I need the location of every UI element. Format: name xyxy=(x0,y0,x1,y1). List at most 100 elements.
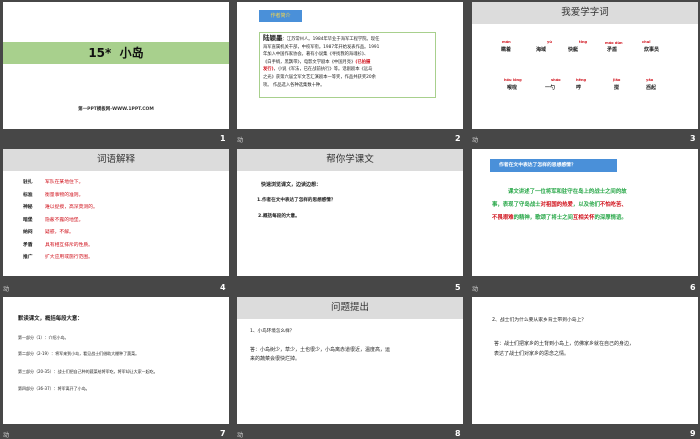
question: 1、小岛环境怎么样？ xyxy=(250,329,295,334)
answer-highlight: 互相关怀 xyxy=(572,215,595,221)
vocab-word: 瞒着 xyxy=(501,47,512,53)
slide-number: 5 xyxy=(455,283,461,292)
question: 1.作者在文中表达了怎样的思想感情？ xyxy=(257,198,336,203)
answer-paragraph: 课文讲述了一位将军和驻守在岛上的战士之间的故 事，表现了守岛战士对祖国的热爱，以… xyxy=(492,186,627,225)
pinyin: yù xyxy=(547,40,552,44)
slide-heading: 默读课文，概括每段大意： xyxy=(18,316,83,322)
section-tag: 作者简介 xyxy=(259,10,302,22)
pinyin: mán xyxy=(502,40,511,44)
term-definition: 疑惑，不解。 xyxy=(45,230,74,235)
term: 推广 xyxy=(23,255,33,260)
answer-text: 事，表现了守岛战士 xyxy=(492,202,541,208)
term-definition: 隐蔽不露的地堡。 xyxy=(45,217,84,223)
pinyin: yǎo xyxy=(646,78,654,82)
slide-footer: 第一PPT模板网-WWW.1PPT.COM xyxy=(78,107,154,112)
pinyin: hóu lóng xyxy=(504,78,522,82)
slide-number: 7 xyxy=(220,429,226,438)
bio-text: 《白手绢，黑飘带》，电影文学剧本《中国月亮》 xyxy=(263,59,356,65)
pinyin: tǐng xyxy=(579,40,588,44)
part-summary: 第三部分（20-35）：战士们把自己种的蔬菜给将军吃，将军却让大家一起吃。 xyxy=(18,369,158,374)
slide-title: 我爱学字词 xyxy=(472,2,698,24)
bio-text: ：江苏常州人。1984年毕业于海军工程学院。现任 xyxy=(282,37,380,42)
slide-number: 4 xyxy=(220,283,226,292)
slide-thumbnail-2[interactable]: 作者简介 陆颖墨：江苏常州人。1984年毕业于海军工程学院。现任 海军直属机关干… xyxy=(237,2,463,129)
term: 暗堡 xyxy=(23,217,33,223)
question: 2.概括每段的大意。 xyxy=(258,214,300,219)
slide-thumbnail-9[interactable]: 2、战士们为什么要从家乡背土带到小岛上？ 答：战士们把家乡的土背到小岛上，仿佛家… xyxy=(472,297,698,424)
animation-icon[interactable]: 动 xyxy=(472,284,478,293)
answer-text: ，以及他们 xyxy=(572,202,600,208)
term-definition: 扩大应用或施行范围。 xyxy=(45,255,93,260)
answer-text: 答：战士们把家乡的土背到小岛上，仿佛家乡就在自己的身边， xyxy=(494,341,635,347)
bio-text: ，小说《军法，已在战前执行》等。话剧剧本《远岛 xyxy=(273,67,373,73)
bio-text: 项。 作品选入各种选集数十种。 xyxy=(263,82,325,88)
term: 驻扎 xyxy=(23,180,33,185)
part-summary: 第二部分（2-19）：将军来到小岛，看见战士们借助大棚种了蔬菜。 xyxy=(18,351,140,356)
answer-text: 的精神，歌颂了将士之间 xyxy=(513,215,573,221)
pinyin: sháo xyxy=(551,78,561,82)
answer-text: 课文讲述了一位将军和驻守在岛上的战士之间的故 xyxy=(508,189,627,195)
animation-icon[interactable]: 动 xyxy=(472,135,478,144)
slide-thumbnail-3[interactable]: 我爱学字词 mán 瞒着 yù 海域 tǐng 快艇 máo dùn 矛盾 ch… xyxy=(472,2,698,129)
term: 标准 xyxy=(23,192,33,198)
slide-title: 问题提出 xyxy=(237,297,463,319)
vocab-word: 舀起 xyxy=(646,85,657,91)
term-definition: 难以捉摸，高深莫测的。 xyxy=(45,205,98,210)
bio-text: 海军直属机关干部，中校军衔。1987年开始发表作品。1991 xyxy=(263,44,380,50)
slide-thumbnail-8[interactable]: 问题提出 1、小岛环境怎么样？ 答：小岛树少，草少，土也很少，小岛离赤道很近，温… xyxy=(237,297,463,424)
bio-text: 之光》获第六届全军文艺汇演剧本一等奖，作品共获奖20余 xyxy=(263,74,376,80)
pinyin: jiǎo xyxy=(613,78,621,82)
slide-thumbnail-1[interactable]: 15* 小岛 第一PPT模板网-WWW.1PPT.COM xyxy=(3,2,229,129)
answer-highlight: 对祖国的热爱 xyxy=(540,202,573,208)
bio-highlight: (已拍摄 xyxy=(355,59,371,65)
term: 神秘 xyxy=(23,205,33,210)
pinyin: máo dùn xyxy=(605,41,623,45)
slide-number: 3 xyxy=(690,134,696,143)
animation-icon[interactable]: 动 xyxy=(3,284,9,293)
slide-number: 2 xyxy=(455,134,461,143)
vocab-word: 矛盾 xyxy=(607,47,618,53)
slide-number: 6 xyxy=(690,283,696,292)
vocab-word: 快艇 xyxy=(568,47,579,53)
slide-number: 8 xyxy=(455,429,461,438)
answer-text: 答：小岛树少，草少，土也很少，小岛离赤道很近，温度高，运 xyxy=(250,347,391,353)
pinyin: hēng xyxy=(576,78,587,82)
term-definition: 衡量事物的准则。 xyxy=(45,192,84,198)
vocab-word: 海域 xyxy=(536,47,547,53)
slide-number: 1 xyxy=(220,134,226,143)
answer-highlight: 不怕吃苦、 xyxy=(599,202,627,208)
vocab-word: 搅 xyxy=(614,85,620,91)
slide-title: 词语解释 xyxy=(3,149,229,171)
bio-highlight: 发行) xyxy=(263,67,274,73)
answer-text: 表达了战士们对家乡的思念之情。 xyxy=(494,351,570,357)
slide-title: 帮你学课文 xyxy=(237,149,463,171)
answer-text: 的深厚情谊。 xyxy=(594,215,627,221)
term-definition: 军队在某地住下。 xyxy=(45,180,84,185)
bio-box: 陆颖墨：江苏常州人。1984年毕业于海军工程学院。现任 海军直属机关干部，中校军… xyxy=(259,32,436,98)
vocab-word: 炊事员 xyxy=(644,47,660,53)
slide-thumbnail-6[interactable]: 作者在文中表达了怎样的思想感情？ 课文讲述了一位将军和驻守在岛上的战士之间的故 … xyxy=(472,149,698,276)
part-summary: 第一部分（1）：介绍小岛。 xyxy=(18,335,69,340)
animation-icon[interactable]: 动 xyxy=(237,135,243,144)
bio-text: 年加入中国作家协会。著有小说集《寻找我的海魂衫》、 xyxy=(263,52,369,58)
vocab-word: 哼 xyxy=(576,85,582,91)
slide-number: 9 xyxy=(690,429,696,438)
slide-thumbnail-5[interactable]: 帮你学课文 快速浏览课文，边读边想： 1.作者在文中表达了怎样的思想感情？ 2.… xyxy=(237,149,463,276)
slide-thumbnail-4[interactable]: 词语解释 驻扎 军队在某地住下。 标准 衡量事物的准则。 神秘 难以捉摸，高深莫测的。… xyxy=(3,149,229,276)
slide-thumbnail-7[interactable]: 默读课文，概括每段大意： 第一部分（1）：介绍小岛。 第二部分（2-19）：将军… xyxy=(3,297,229,424)
question: 2、战士们为什么要从家乡背土带到小岛上？ xyxy=(492,318,587,323)
vocab-word: 喉咙 xyxy=(507,85,518,91)
author-name: 陆颖墨 xyxy=(263,34,283,42)
term: 纳闷 xyxy=(23,230,33,235)
answer-highlight: 不畏艰难 xyxy=(492,215,514,221)
slide-title: 15* 小岛 xyxy=(88,46,144,60)
term-list: 驻扎 军队在某地住下。 标准 衡量事物的准则。 神秘 难以捉摸，高深莫测的。 暗堡 隐蔽… xyxy=(23,177,98,265)
vocab-word: 一勺 xyxy=(545,85,556,91)
term-definition: 具有相互排斥的性质。 xyxy=(45,242,93,248)
question-tag: 作者在文中表达了怎样的思想感情？ xyxy=(490,159,617,172)
part-summary: 第四部分（36-37）：将军离开了小岛。 xyxy=(18,386,90,391)
term: 矛盾 xyxy=(23,242,33,248)
pinyin: chuī xyxy=(642,40,651,44)
answer-text: 来的蔬菜会很快烂掉。 xyxy=(250,356,301,362)
intro-text: 快速浏览课文，边读边想： xyxy=(261,182,322,188)
